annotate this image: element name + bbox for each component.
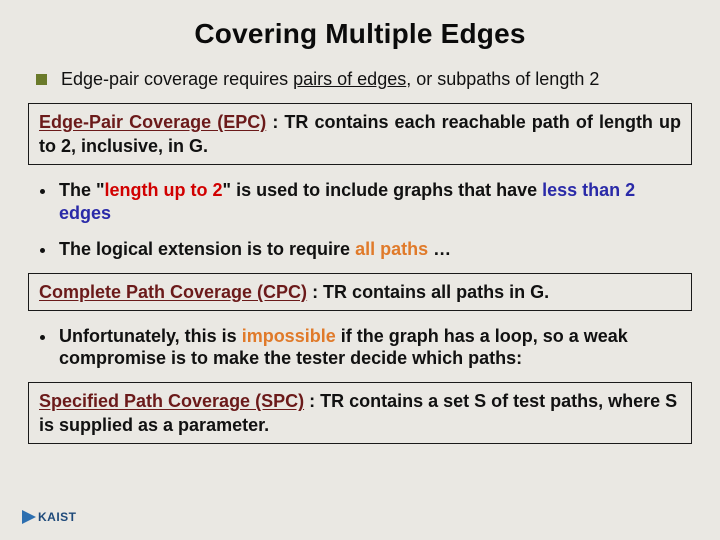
dot-bullet-icon xyxy=(40,189,45,194)
text-fragment: , or subpaths of length 2 xyxy=(406,69,599,89)
bullet-length-up-to-2: The "length up to 2" is used to include … xyxy=(28,179,692,224)
logo-triangle-icon xyxy=(22,510,36,524)
orange-text: all paths xyxy=(355,239,428,259)
definition-name: Specified Path Coverage (SPC) xyxy=(39,391,304,411)
text-fragment: The logical extension is to require xyxy=(59,239,355,259)
bullet-impossible-loop: Unfortunately, this is impossible if the… xyxy=(28,325,692,370)
logo-text: KAIST xyxy=(38,510,77,524)
red-text: length up to 2 xyxy=(105,180,223,200)
dot-bullet-icon xyxy=(40,335,45,340)
slide-title: Covering Multiple Edges xyxy=(28,18,692,50)
text-fragment: Edge-pair coverage requires xyxy=(61,69,293,89)
square-bullet-icon xyxy=(36,74,47,85)
bullet-text: Edge-pair coverage requires pairs of edg… xyxy=(61,68,599,91)
bullet-edge-pair-intro: Edge-pair coverage requires pairs of edg… xyxy=(28,68,692,91)
text-fragment: The " xyxy=(59,180,105,200)
bullet-text: The logical extension is to require all … xyxy=(59,238,451,261)
definition-box-spc: Specified Path Coverage (SPC) : TR conta… xyxy=(28,382,692,445)
kaist-logo: KAIST xyxy=(22,508,78,526)
orange-text: impossible xyxy=(242,326,336,346)
bullet-all-paths: The logical extension is to require all … xyxy=(28,238,692,261)
text-fragment: … xyxy=(428,239,451,259)
slide-container: Covering Multiple Edges Edge-pair covera… xyxy=(0,0,720,540)
bullet-text: Unfortunately, this is impossible if the… xyxy=(59,325,692,370)
underlined-text: pairs of edges xyxy=(293,69,406,89)
definition-name: Complete Path Coverage (CPC) xyxy=(39,282,307,302)
definition-box-cpc: Complete Path Coverage (CPC) : TR contai… xyxy=(28,273,692,311)
definition-body: : TR contains all paths in G. xyxy=(307,282,549,302)
bullet-text: The "length up to 2" is used to include … xyxy=(59,179,692,224)
text-fragment: " is used to include graphs that have xyxy=(223,180,543,200)
text-fragment: Unfortunately, this is xyxy=(59,326,242,346)
dot-bullet-icon xyxy=(40,248,45,253)
definition-box-epc: Edge-Pair Coverage (EPC) : TR contains e… xyxy=(28,103,692,166)
definition-name: Edge-Pair Coverage (EPC) xyxy=(39,112,266,132)
